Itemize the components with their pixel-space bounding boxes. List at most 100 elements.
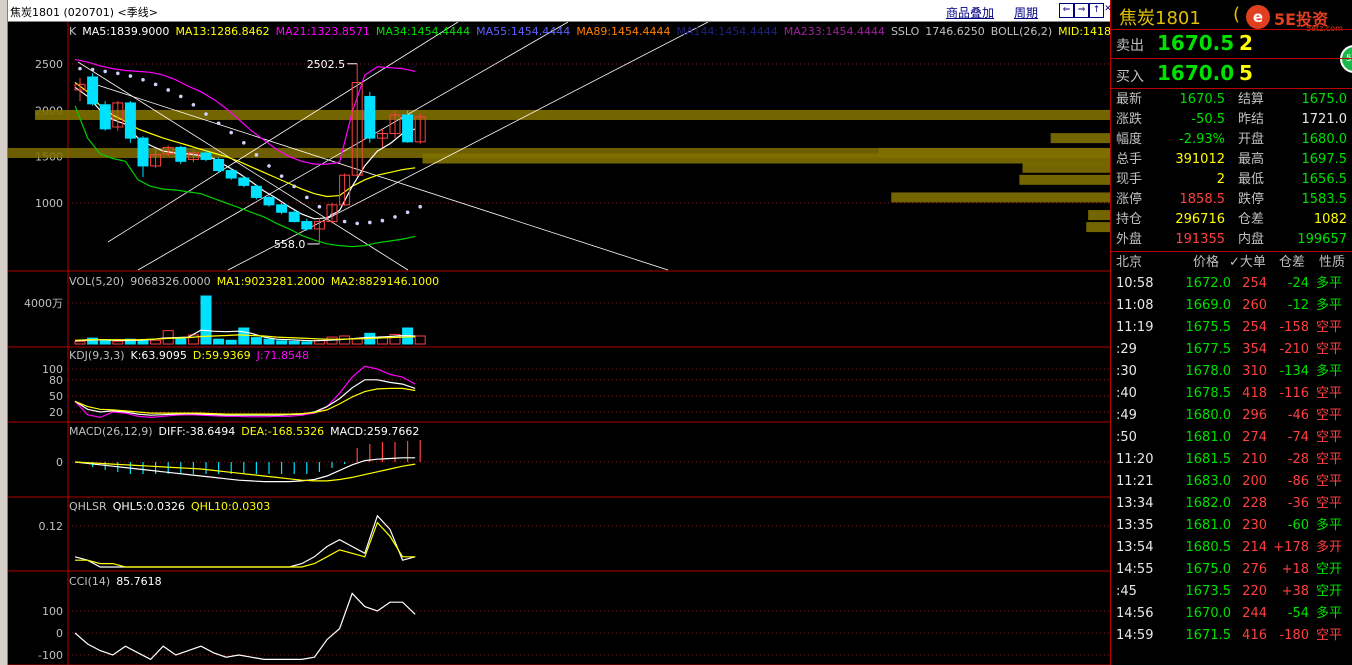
volume-bar [225,339,237,345]
volume-profile-bar [35,109,1110,120]
sar-dot [128,74,133,78]
tick-row[interactable]: :45 1673.5 220 +38 空开 [1111,581,1352,603]
trend-line [227,22,709,271]
legend-item: MA55:1454.4444 [476,25,571,38]
tick-row[interactable]: 11:20 1681.5 210 -28 空平 [1111,449,1352,471]
nav-left-button[interactable]: ⇐ [1059,3,1074,18]
tick-nature: 多开 [1316,540,1343,555]
tick-row[interactable]: 13:34 1682.0 228 -36 空平 [1111,493,1352,515]
tick-price: 1673.5 [1185,584,1232,599]
tick-time: :29 [1116,342,1137,357]
candle-body [213,158,225,172]
legend-item: MID:1418 [1058,25,1112,38]
legend-item: QHL10:0.0303 [190,500,271,513]
legend-item: MA144:1454.4444 [676,25,778,38]
sar-dot [368,220,372,225]
tick-row[interactable]: 14:55 1675.0 276 +18 空开 [1111,559,1352,581]
stat-label: 幅度 [1116,132,1143,147]
tick-row[interactable]: :49 1680.0 296 -46 空平 [1111,405,1352,427]
stat-value: 1697.5 [1301,152,1348,167]
tick-volume: 260 [1242,298,1267,313]
tick-row[interactable]: 13:35 1681.0 230 -60 多平 [1111,515,1352,537]
tick-volume: 418 [1242,386,1267,401]
ticks-header: 北京 价格 ✓大单 仓差 性质 [1111,254,1352,272]
tick-volume: 354 [1242,342,1267,357]
tick-volume: 296 [1242,408,1267,423]
tick-oi-change: +178 [1273,540,1309,555]
left-toolbar-strip [0,0,8,665]
sar-dot [242,140,246,145]
tick-nature: 空平 [1316,430,1343,445]
candle-body [87,76,99,105]
stat-value: 1082 [1313,212,1347,227]
tick-time: 14:55 [1116,562,1154,577]
stat-value: 1721.0 [1301,112,1348,127]
tick-row[interactable]: 11:19 1675.5 254 -158 空平 [1111,317,1352,339]
tick-time: :45 [1116,584,1137,599]
tick-row[interactable]: 11:21 1683.0 200 -86 空平 [1111,471,1352,493]
volume-bar [250,337,262,345]
qhl10-line [75,521,416,568]
nav-right-button[interactable]: ⇒ [1074,3,1089,18]
tick-row[interactable]: :40 1678.5 418 -116 空平 [1111,383,1352,405]
stats-row: 总手 391012 最高 1697.5 [1111,150,1352,170]
tick-row[interactable]: 10:58 1672.0 254 -24 多平 [1111,273,1352,295]
sar-dot [418,204,423,209]
tick-time: 10:58 [1116,276,1154,291]
commodity-overlay-link[interactable]: 商品叠加 [946,4,994,21]
candle-body [288,211,300,223]
period-link[interactable]: 周期 [1014,4,1038,21]
volume-bar [213,338,225,345]
tick-row[interactable]: 11:08 1669.0 260 -12 多平 [1111,295,1352,317]
sar-dot [229,130,233,135]
sar-dot [317,204,322,209]
tick-nature: 空平 [1316,342,1343,357]
candle-body [364,95,376,139]
tick-oi-change: -86 [1287,474,1309,489]
tick-nature: 多平 [1316,606,1343,621]
tick-row[interactable]: 14:59 1671.5 416 -180 空平 [1111,625,1352,647]
chart-canvas: 25002000150010002502.5558.04000万10080502… [8,22,1110,665]
vol-legend: VOL(5,20) 9068326.0000 MA1:9023281.2000 MA2… [69,275,451,289]
tick-row[interactable]: 14:56 1670.0 244 -54 多平 [1111,603,1352,625]
tick-time: 13:34 [1116,496,1154,511]
tick-nature: 空平 [1316,386,1343,401]
tick-row[interactable]: :30 1678.0 310 -134 多平 [1111,361,1352,383]
cci-y-tick: 0 [56,627,63,640]
main-series-label: K [69,25,77,38]
tick-row[interactable]: :50 1681.0 274 -74 空平 [1111,427,1352,449]
volume-bar [150,339,162,345]
tick-row[interactable]: 13:54 1680.5 214 +178 多开 [1111,537,1352,559]
stat-label: 最新 [1116,92,1143,107]
sar-dot [393,215,397,219]
ticks-header-big: ✓大单 [1229,255,1266,270]
sar-dot [380,218,385,223]
bid-price: 1670.0 [1157,61,1235,85]
sar-dot [405,210,410,215]
tick-nature: 空平 [1316,496,1343,511]
macd-diff-line [74,457,416,483]
sar-dot [267,164,271,168]
legend-item: 85.7618 [116,575,162,588]
nav-up-button[interactable]: ↑ [1089,3,1104,18]
ticks-header-price: 价格 [1193,255,1220,270]
tick-price: 1681.5 [1185,452,1232,467]
tick-time: :40 [1116,386,1137,401]
sar-dot [204,112,208,116]
ticks-header-oi: 仓差 [1279,255,1306,270]
qhl5-line [74,514,416,568]
divider [1111,88,1352,89]
tick-row[interactable]: :29 1677.5 354 -210 空平 [1111,339,1352,361]
chart-area[interactable]: 25002000150010002502.5558.04000万10080502… [8,22,1112,665]
stat-label: 现手 [1116,172,1143,187]
tick-price: 1681.0 [1185,430,1232,445]
stat-label: 昨结 [1238,112,1265,127]
qhl-y-tick: 0.12 [39,520,64,533]
floating-badge[interactable]: 52 [1340,45,1352,73]
legend-item: MA233:1454.4444 [783,25,885,38]
tick-oi-change: -24 [1287,276,1309,291]
stat-value: 2 [1216,172,1225,187]
stat-value: 199657 [1297,232,1347,247]
sar-dot [179,94,183,99]
kdj-title: KDJ(9,3,3) [69,349,125,362]
